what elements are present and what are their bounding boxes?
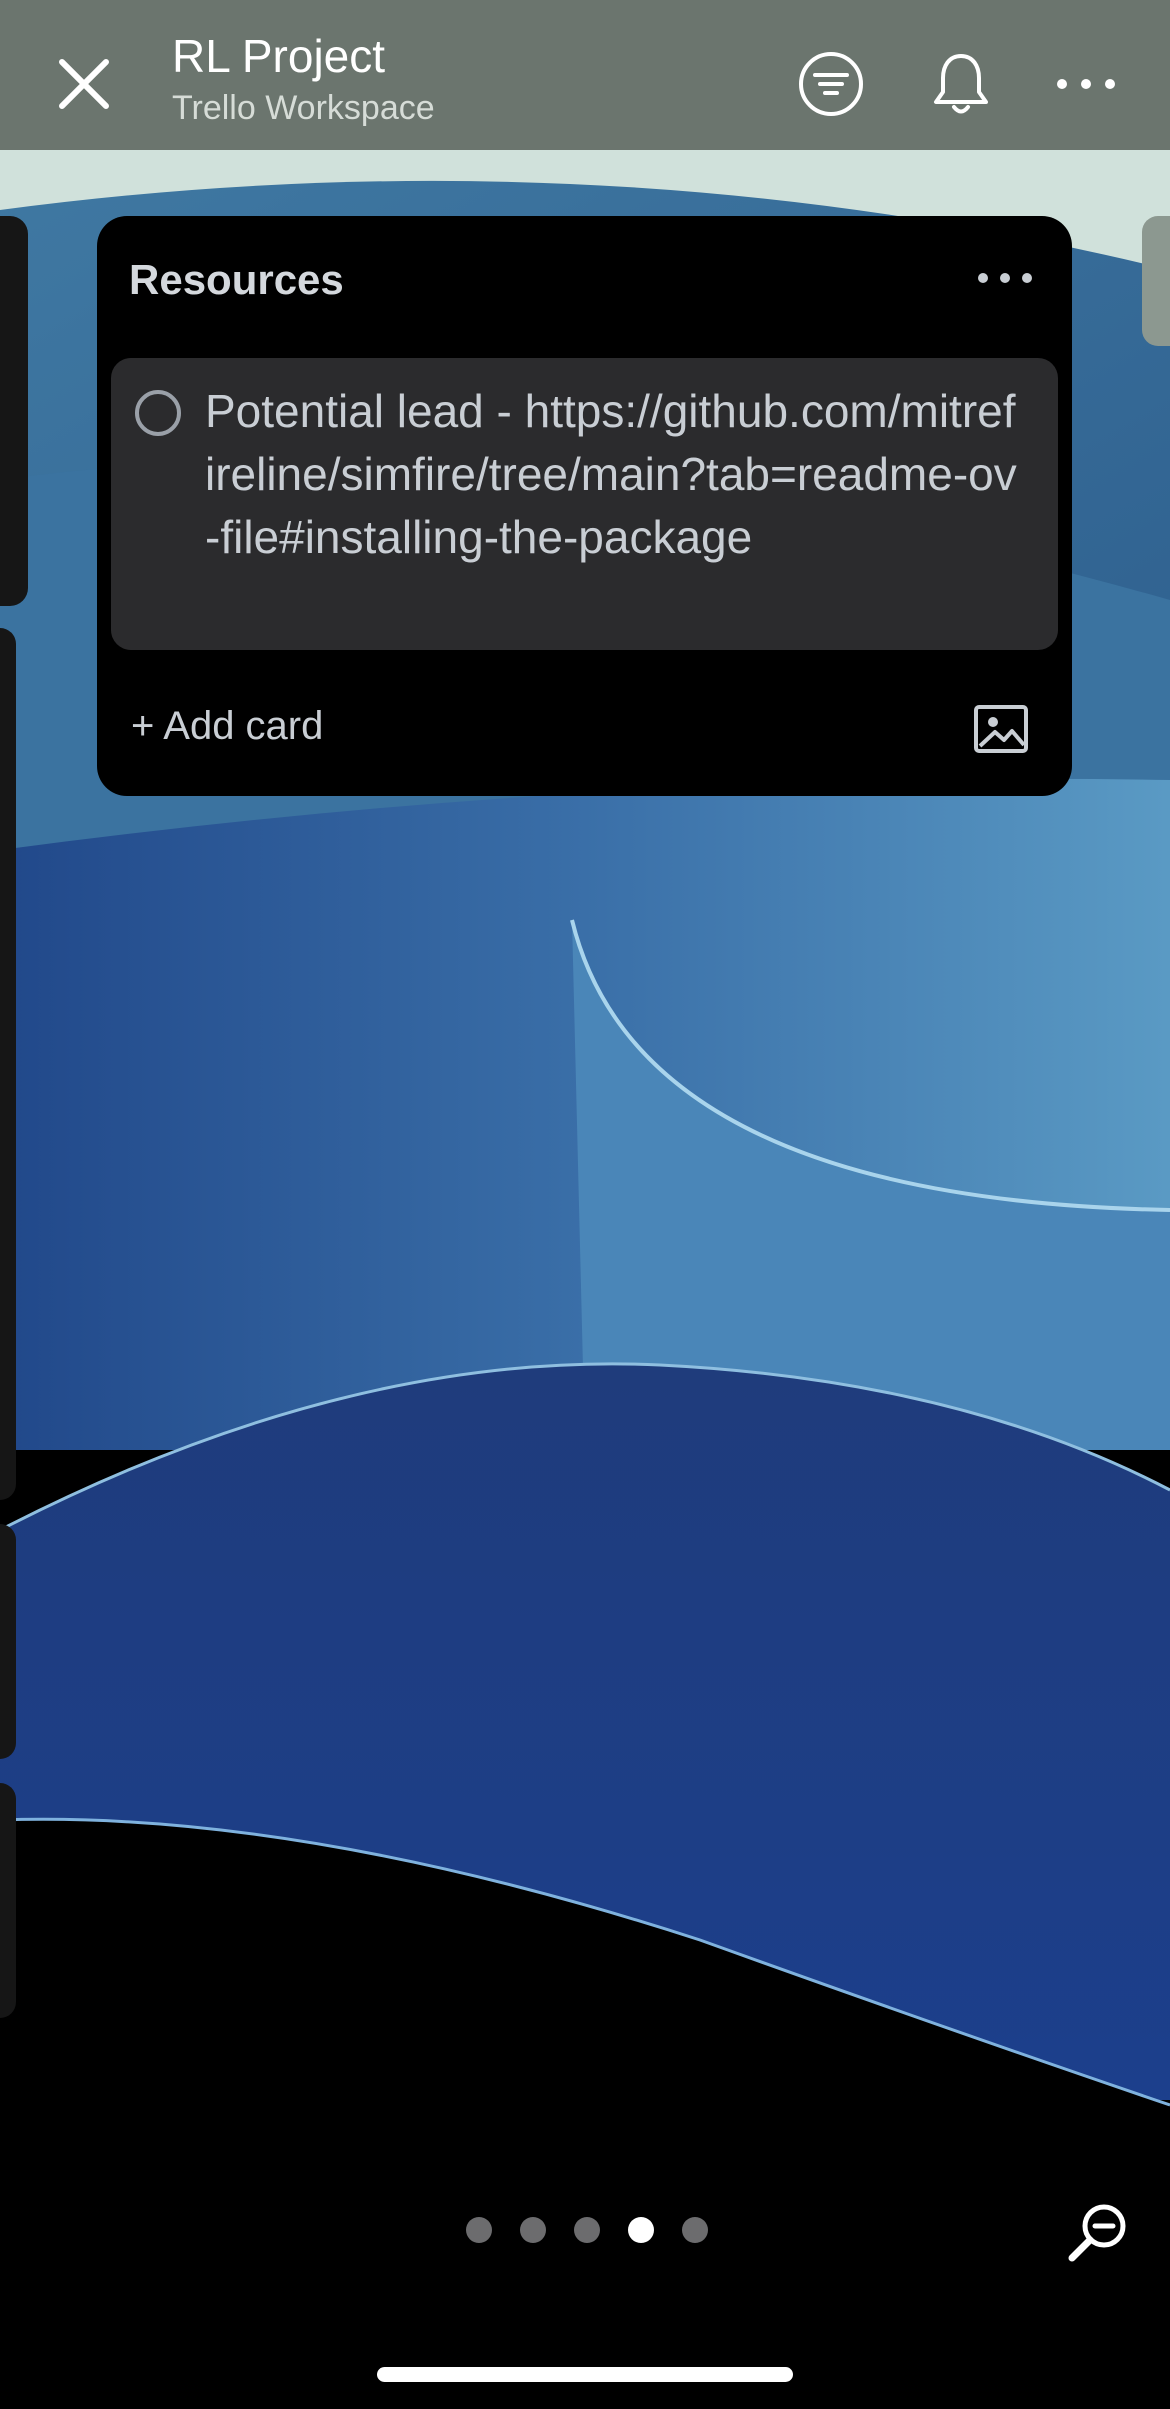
more-icon[interactable] [1052,50,1120,118]
home-indicator [377,2367,793,2382]
next-list-edge[interactable] [1142,216,1170,346]
card[interactable]: Potential lead - https://github.com/mitr… [111,358,1058,650]
pager-dot[interactable] [466,2217,492,2243]
previous-list-card-edge[interactable] [0,1524,16,1759]
card-title: Potential lead - https://github.com/mitr… [205,385,1017,563]
add-card-button[interactable]: + Add card [131,704,323,749]
list-title[interactable]: Resources [129,256,344,304]
close-icon[interactable] [52,52,116,116]
previous-list-card-edge[interactable] [0,1783,16,2018]
previous-list-card-edge[interactable] [0,628,16,1500]
list-more-icon[interactable] [975,266,1035,290]
pager-dot[interactable] [574,2217,600,2243]
board-title: RL Project [172,30,386,82]
board-header: RL Project Trello Workspace [0,0,1170,150]
pager-dot-active[interactable] [628,2217,654,2243]
pager-dot[interactable] [520,2217,546,2243]
list-resources: Resources Potential lead - https://githu… [97,216,1072,796]
bell-icon[interactable] [927,50,995,118]
workspace-name: Trello Workspace [172,89,435,127]
previous-list-edge[interactable] [0,216,28,606]
image-icon[interactable] [973,704,1029,754]
pager-dot[interactable] [682,2217,708,2243]
card-complete-circle-icon[interactable] [133,388,183,438]
zoom-out-icon[interactable] [1064,2200,1132,2268]
board-title-block: RL Project Trello Workspace [172,28,435,130]
filter-icon[interactable] [797,50,865,118]
